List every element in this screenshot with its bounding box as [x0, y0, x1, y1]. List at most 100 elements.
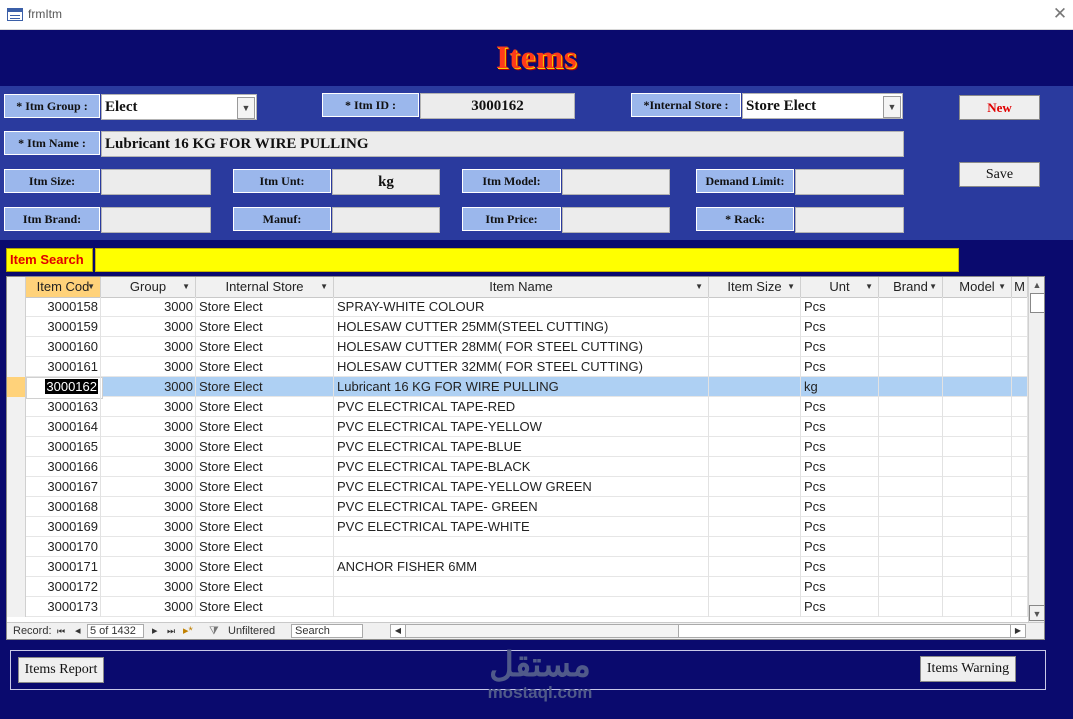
scroll-up-icon[interactable]: ▲ [1029, 277, 1044, 293]
chevron-down-icon[interactable]: ▼ [237, 97, 255, 119]
sort-arrow-icon[interactable]: ▼ [865, 277, 873, 297]
cell-item-size[interactable] [709, 417, 801, 437]
cell-model[interactable] [943, 597, 1012, 617]
table-row[interactable]: 3000170 3000 Store Elect Pcs [7, 537, 1028, 557]
new-button[interactable]: New [959, 95, 1040, 120]
select-all-corner[interactable] [7, 277, 26, 297]
cell-item-name[interactable]: Lubricant 16 KG FOR WIRE PULLING [334, 377, 709, 397]
cell-more[interactable] [1012, 557, 1028, 577]
table-row[interactable]: 3000173 3000 Store Elect Pcs [7, 597, 1028, 617]
cell-item-name[interactable]: HOLESAW CUTTER 32MM( FOR STEEL CUTTING) [334, 357, 709, 377]
cell-group[interactable]: 3000 [101, 557, 196, 577]
cell-item-size[interactable] [709, 317, 801, 337]
cell-unit[interactable]: Pcs [801, 597, 879, 617]
rack-field[interactable] [795, 207, 904, 233]
cell-item-size[interactable] [709, 337, 801, 357]
cell-unit[interactable]: Pcs [801, 357, 879, 377]
cell-more[interactable] [1012, 377, 1028, 397]
cell-item-size[interactable] [709, 577, 801, 597]
cell-item-code[interactable]: 3000173 [26, 597, 101, 617]
record-selector[interactable] [7, 317, 26, 337]
cell-internal-store[interactable]: Store Elect [196, 377, 334, 397]
cell-group[interactable]: 3000 [101, 597, 196, 617]
record-selector[interactable] [7, 577, 26, 597]
cell-internal-store[interactable]: Store Elect [196, 477, 334, 497]
chevron-down-icon[interactable]: ▼ [883, 96, 901, 118]
cell-group[interactable]: 3000 [101, 317, 196, 337]
cell-group[interactable]: 3000 [101, 437, 196, 457]
previous-record-icon[interactable]: ◂ [75, 623, 81, 639]
cell-more[interactable] [1012, 397, 1028, 417]
table-row[interactable]: 3000161 3000 Store Elect HOLESAW CUTTER 32M… [7, 357, 1028, 377]
cell-item-name[interactable]: SPRAY-WHITE COLOUR [334, 297, 709, 317]
record-selector[interactable] [7, 377, 26, 397]
column-header-group[interactable]: Group ▼ [101, 277, 196, 297]
cell-group[interactable]: 3000 [101, 297, 196, 317]
cell-item-name[interactable]: HOLESAW CUTTER 25MM(STEEL CUTTING) [334, 317, 709, 337]
cell-item-name[interactable]: PVC ELECTRICAL TAPE-RED [334, 397, 709, 417]
cell-unit[interactable]: Pcs [801, 557, 879, 577]
item-brand-field[interactable] [101, 207, 211, 233]
cell-unit[interactable]: Pcs [801, 397, 879, 417]
cell-more[interactable] [1012, 417, 1028, 437]
cell-brand[interactable] [879, 497, 943, 517]
cell-model[interactable] [943, 337, 1012, 357]
internal-store-combo[interactable]: Store Elect ▼ [742, 93, 903, 119]
column-header-brand[interactable]: Brand ▼ [879, 277, 943, 297]
cell-unit[interactable]: Pcs [801, 317, 879, 337]
current-record-field[interactable]: 5 of 1432 [87, 624, 144, 638]
cell-item-code[interactable]: 3000171 [26, 557, 101, 577]
cell-unit[interactable]: Pcs [801, 537, 879, 557]
scroll-right-icon[interactable]: ▶ [1010, 625, 1025, 637]
cell-internal-store[interactable]: Store Elect [196, 457, 334, 477]
cell-group[interactable]: 3000 [101, 457, 196, 477]
cell-item-name[interactable]: HOLESAW CUTTER 28MM( FOR STEEL CUTTING) [334, 337, 709, 357]
record-selector[interactable] [7, 457, 26, 477]
cell-unit[interactable]: Pcs [801, 337, 879, 357]
table-row[interactable]: 3000165 3000 Store Elect PVC ELECTRICAL TAP… [7, 437, 1028, 457]
cell-item-size[interactable] [709, 297, 801, 317]
cell-unit[interactable]: Pcs [801, 577, 879, 597]
sort-arrow-icon[interactable]: ▼ [182, 277, 190, 297]
item-group-combo[interactable]: Elect ▼ [101, 94, 257, 120]
cell-unit[interactable]: kg [801, 377, 879, 397]
cell-item-name[interactable]: PVC ELECTRICAL TAPE- GREEN [334, 497, 709, 517]
table-row[interactable]: 3000167 3000 Store Elect PVC ELECTRICAL TAP… [7, 477, 1028, 497]
cell-item-code[interactable]: 3000166 [26, 457, 101, 477]
cell-model[interactable] [943, 457, 1012, 477]
cell-item-code[interactable]: 3000160 [26, 337, 101, 357]
cell-more[interactable] [1012, 457, 1028, 477]
horizontal-scroll-thumb[interactable] [406, 625, 679, 637]
sort-arrow-icon[interactable]: ▼ [320, 277, 328, 297]
cell-group[interactable]: 3000 [101, 577, 196, 597]
cell-internal-store[interactable]: Store Elect [196, 517, 334, 537]
cell-item-name[interactable]: PVC ELECTRICAL TAPE-YELLOW GREEN [334, 477, 709, 497]
cell-model[interactable] [943, 477, 1012, 497]
cell-brand[interactable] [879, 517, 943, 537]
cell-brand[interactable] [879, 537, 943, 557]
item-price-field[interactable] [562, 207, 670, 233]
manufacturer-field[interactable] [332, 207, 440, 233]
cell-item-name[interactable]: PVC ELECTRICAL TAPE-BLUE [334, 437, 709, 457]
cell-item-size[interactable] [709, 397, 801, 417]
cell-unit[interactable]: Pcs [801, 477, 879, 497]
cell-item-size[interactable] [709, 557, 801, 577]
cell-more[interactable] [1012, 477, 1028, 497]
cell-internal-store[interactable]: Store Elect [196, 597, 334, 617]
cell-item-name[interactable]: PVC ELECTRICAL TAPE-YELLOW [334, 417, 709, 437]
cell-unit[interactable]: Pcs [801, 417, 879, 437]
cell-item-name[interactable]: ANCHOR FISHER 6MM [334, 557, 709, 577]
cell-item-code[interactable]: 3000165 [26, 437, 101, 457]
cell-model[interactable] [943, 537, 1012, 557]
cell-brand[interactable] [879, 557, 943, 577]
cell-unit[interactable]: Pcs [801, 437, 879, 457]
cell-item-size[interactable] [709, 457, 801, 477]
cell-model[interactable] [943, 557, 1012, 577]
cell-item-name[interactable]: PVC ELECTRICAL TAPE-BLACK [334, 457, 709, 477]
cell-model[interactable] [943, 297, 1012, 317]
cell-model[interactable] [943, 577, 1012, 597]
cell-internal-store[interactable]: Store Elect [196, 397, 334, 417]
cell-item-size[interactable] [709, 517, 801, 537]
column-header-unit[interactable]: Unt ▼ [801, 277, 879, 297]
record-selector[interactable] [7, 537, 26, 557]
